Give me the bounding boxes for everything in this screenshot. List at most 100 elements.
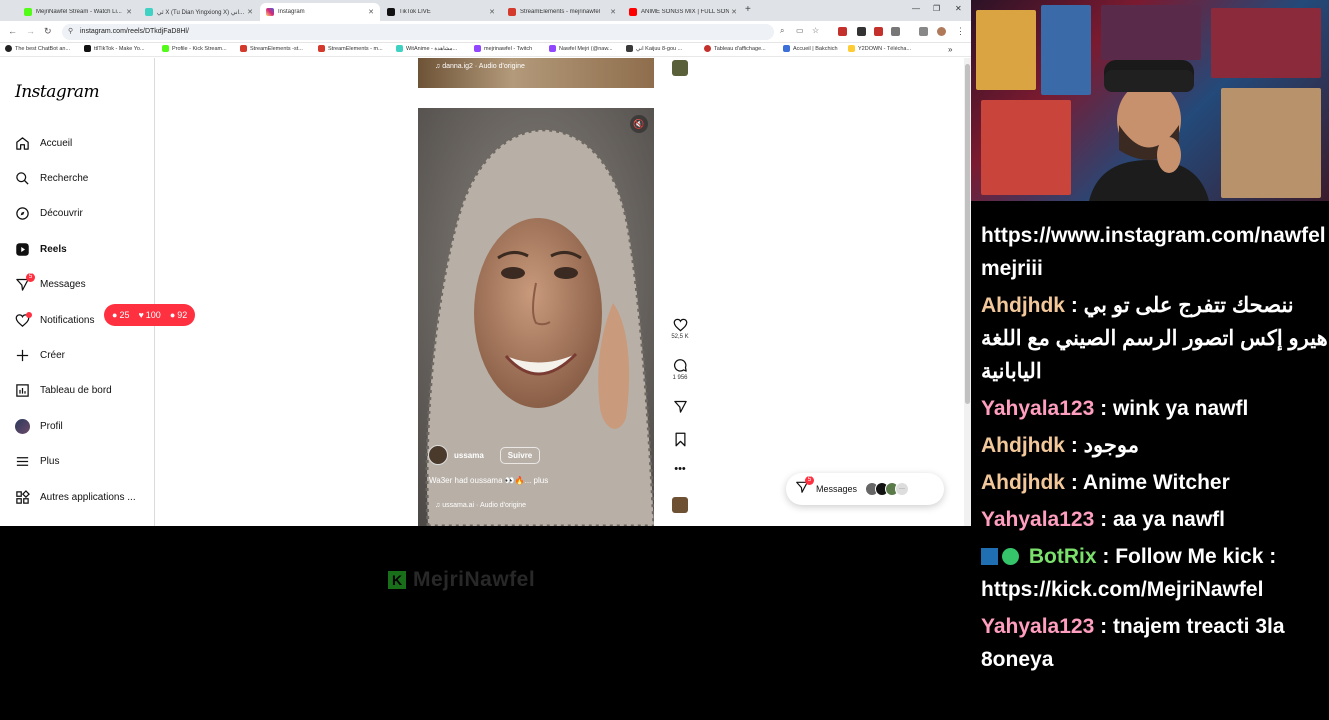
- bookmark[interactable]: WitAnime - مشاهدة...: [396, 45, 457, 52]
- chat-message: Ahdjhdk : ننصحك تتفرج على تو بي هيرو إكس…: [981, 289, 1329, 388]
- close-tab-icon[interactable]: ✕: [124, 8, 134, 16]
- profile-icon[interactable]: [937, 27, 946, 36]
- heart-icon: ♥: [138, 310, 144, 320]
- nav-notifications[interactable]: Notifications: [14, 310, 94, 330]
- bookmark-favicon-icon: [318, 45, 325, 52]
- extension-icon[interactable]: [838, 27, 847, 36]
- close-tab-icon[interactable]: ✕: [608, 8, 618, 16]
- tab-instagram[interactable]: Instagram ✕: [260, 3, 380, 21]
- close-window-icon[interactable]: ✕: [955, 4, 962, 13]
- nav-profile[interactable]: Profil: [14, 416, 63, 436]
- heart-icon[interactable]: [669, 318, 691, 332]
- nav-reels[interactable]: Reels: [14, 239, 67, 259]
- instagram-logo[interactable]: Instagram: [15, 82, 100, 102]
- bookmark-star-icon[interactable]: ☆: [812, 26, 819, 35]
- more-bookmarks-icon[interactable]: »: [948, 45, 952, 54]
- page-scrollbar[interactable]: [964, 58, 971, 526]
- bookmark-icon[interactable]: [669, 432, 691, 447]
- kick-logo-icon: K: [388, 571, 406, 589]
- previous-reel[interactable]: ♫ danna.ig2 · Audio d'origine: [418, 58, 654, 88]
- bookmark[interactable]: Accueil | Bakchich: [783, 45, 838, 52]
- extensions-puzzle-icon[interactable]: [891, 27, 900, 36]
- close-tab-icon[interactable]: ✕: [366, 8, 376, 16]
- minimize-icon[interactable]: —: [912, 4, 920, 13]
- bookmark[interactable]: mejrinawfel - Twitch: [474, 45, 532, 52]
- messages-floating-button[interactable]: 5 Messages ···: [786, 473, 944, 505]
- bookmark[interactable]: Y2DOWN - Télécha...: [848, 45, 911, 52]
- nav-messages[interactable]: 5 Messages: [14, 272, 86, 294]
- chat-username[interactable]: Yahyala123: [981, 508, 1094, 531]
- nav-explore[interactable]: Découvrir: [14, 203, 83, 223]
- save-action[interactable]: [669, 432, 691, 447]
- more-dots-icon[interactable]: •••: [669, 463, 691, 475]
- reel-video[interactable]: 🔇 ussama Suivre Wa3er had oussama 👀🔥... …: [418, 108, 654, 526]
- witanime-favicon-icon: [145, 8, 153, 16]
- tab-streamelements[interactable]: StreamElements - mejrinawfel ✕: [502, 3, 622, 21]
- chat-username[interactable]: Yahyala123: [981, 397, 1094, 420]
- tab-youtube[interactable]: ANIME SONGS MIX | FULL SONG... ✕: [623, 3, 743, 21]
- comment-icon[interactable]: [669, 358, 691, 373]
- cast-icon[interactable]: ▭: [796, 26, 804, 35]
- nav-more[interactable]: Plus: [14, 451, 59, 471]
- sidebar-icon[interactable]: [919, 27, 928, 36]
- new-tab-button[interactable]: +: [745, 4, 751, 15]
- tab-anime[interactable]: ئي X (Tu Dian Yingxiong X) اني... ✕: [139, 3, 259, 21]
- forward-icon[interactable]: →: [26, 26, 35, 36]
- extension-icon[interactable]: [857, 27, 866, 36]
- site-info-icon[interactable]: ⚲: [68, 24, 73, 40]
- bookmark[interactable]: StreamElements -st...: [240, 45, 303, 52]
- apps-icon: [14, 489, 31, 506]
- address-bar[interactable]: ⚲ instagram.com/reels/DTkdjFaD8Hl/: [62, 24, 774, 40]
- previous-reel-audio[interactable]: ♫ danna.ig2 · Audio d'origine: [435, 63, 525, 70]
- tab-kick-stream[interactable]: MejriNawfel Stream - Watch Li... ✕: [18, 3, 138, 21]
- close-tab-icon[interactable]: ✕: [487, 8, 497, 16]
- nav-other-apps[interactable]: Autres applications ...: [14, 487, 136, 507]
- reel-audio[interactable]: ♫ ussama.ai · Audio d'origine: [435, 502, 526, 509]
- close-tab-icon[interactable]: ✕: [729, 8, 739, 16]
- bookmark[interactable]: اني Kaijuu 8-gou ...: [626, 45, 682, 52]
- reel-caption[interactable]: Wa3er had oussama 👀🔥... plus: [429, 476, 548, 485]
- chat-username[interactable]: Ahdjhdk: [981, 471, 1065, 494]
- tab-bar: MejriNawfel Stream - Watch Li... ✕ ئي X …: [0, 0, 971, 21]
- share-action[interactable]: [669, 399, 691, 414]
- bookmark[interactable]: StreamElements - m...: [318, 45, 383, 52]
- author-username[interactable]: ussama: [454, 451, 484, 460]
- close-tab-icon[interactable]: ✕: [245, 8, 255, 16]
- like-action[interactable]: 52,5 K: [669, 318, 691, 340]
- zoom-icon[interactable]: ⌕: [780, 26, 784, 36]
- chat-username[interactable]: BotRix: [1029, 545, 1097, 568]
- chat-username[interactable]: Ahdjhdk: [981, 434, 1065, 457]
- notifications-summary-pill[interactable]: ● 25 ♥ 100 ● 92: [104, 304, 196, 326]
- mute-button[interactable]: 🔇: [630, 115, 648, 133]
- bookmark[interactable]: Nawfel Mejri (@naw...: [549, 45, 613, 52]
- scrollbar-thumb[interactable]: [965, 64, 970, 404]
- bookmark[interactable]: ttlTikTok - Make Yo...: [84, 45, 145, 52]
- previous-audio-thumbnail[interactable]: [672, 60, 688, 76]
- kick-favicon-icon: [24, 8, 32, 16]
- author-avatar[interactable]: [428, 445, 448, 465]
- more-action[interactable]: •••: [669, 463, 691, 475]
- audio-thumbnail[interactable]: [672, 497, 688, 513]
- share-icon[interactable]: [669, 399, 691, 414]
- chat-message: Ahdjhdk : Anime Witcher: [981, 466, 1329, 499]
- restore-icon[interactable]: ❐: [933, 4, 940, 13]
- reload-icon[interactable]: ↻: [44, 26, 52, 37]
- nav-dashboard[interactable]: Tableau de bord: [14, 380, 112, 400]
- comment-action[interactable]: 1 956: [669, 358, 691, 381]
- tiktok-favicon-icon: [387, 8, 395, 16]
- kebab-menu-icon[interactable]: ⋮: [956, 26, 965, 37]
- bookmark[interactable]: Tableau d'affichage...: [704, 45, 766, 52]
- nav-create[interactable]: Créer: [14, 345, 65, 365]
- plus-icon: [14, 347, 31, 364]
- extension-icon[interactable]: [874, 27, 883, 36]
- nav-search[interactable]: Recherche: [14, 168, 88, 188]
- chat-text: wink ya nawfl: [1112, 397, 1249, 420]
- bookmark[interactable]: Profile - Kick Stream...: [162, 45, 227, 52]
- chat-username[interactable]: Yahyala123: [981, 615, 1094, 638]
- bookmark[interactable]: The best ChatBot an...: [5, 45, 70, 52]
- follow-button[interactable]: Suivre: [499, 446, 541, 464]
- tab-tiktok[interactable]: TikTok LIVE ✕: [381, 3, 501, 21]
- nav-home[interactable]: Accueil: [14, 133, 72, 153]
- chat-username[interactable]: Ahdjhdk: [981, 294, 1065, 317]
- back-icon[interactable]: ←: [8, 26, 17, 36]
